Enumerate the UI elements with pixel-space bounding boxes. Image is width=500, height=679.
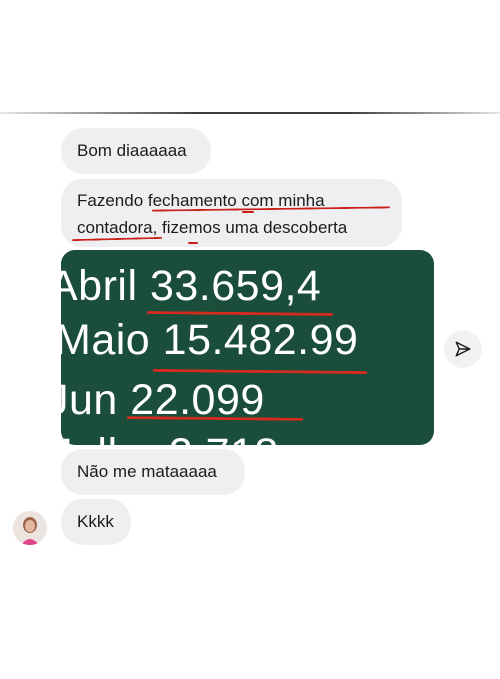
message-text: Bom diaaaaaa (77, 141, 187, 160)
message-bubble-closing[interactable]: Fazendo fechamento com minha contadora, … (61, 179, 402, 247)
avatar-icon (13, 511, 47, 545)
contact-avatar[interactable] (13, 511, 47, 545)
message-text: Kkkk (77, 512, 114, 531)
photo-line-julho: Julho 2.718 (61, 430, 279, 445)
message-bubble-laugh[interactable]: Kkkk (61, 499, 131, 545)
red-underline-mark (242, 211, 254, 213)
message-text: Não me mataaaaa (77, 462, 217, 481)
message-bubble-greeting[interactable]: Bom diaaaaaa (61, 128, 211, 174)
share-button[interactable] (444, 330, 482, 368)
paper-plane-icon (455, 341, 471, 357)
message-bubble-dont-kill-me[interactable]: Não me mataaaaa (61, 449, 245, 495)
header-divider (0, 112, 500, 114)
red-underline-mark (152, 368, 368, 375)
photo-line-maio: Maio 15.482.99 (61, 316, 359, 364)
image-message[interactable]: Abril 33.659,4 Maio 15.482.99 Jun 22.099… (61, 250, 434, 445)
photo-line-abril: Abril 33.659,4 (61, 262, 322, 310)
red-underline-mark (188, 242, 198, 244)
